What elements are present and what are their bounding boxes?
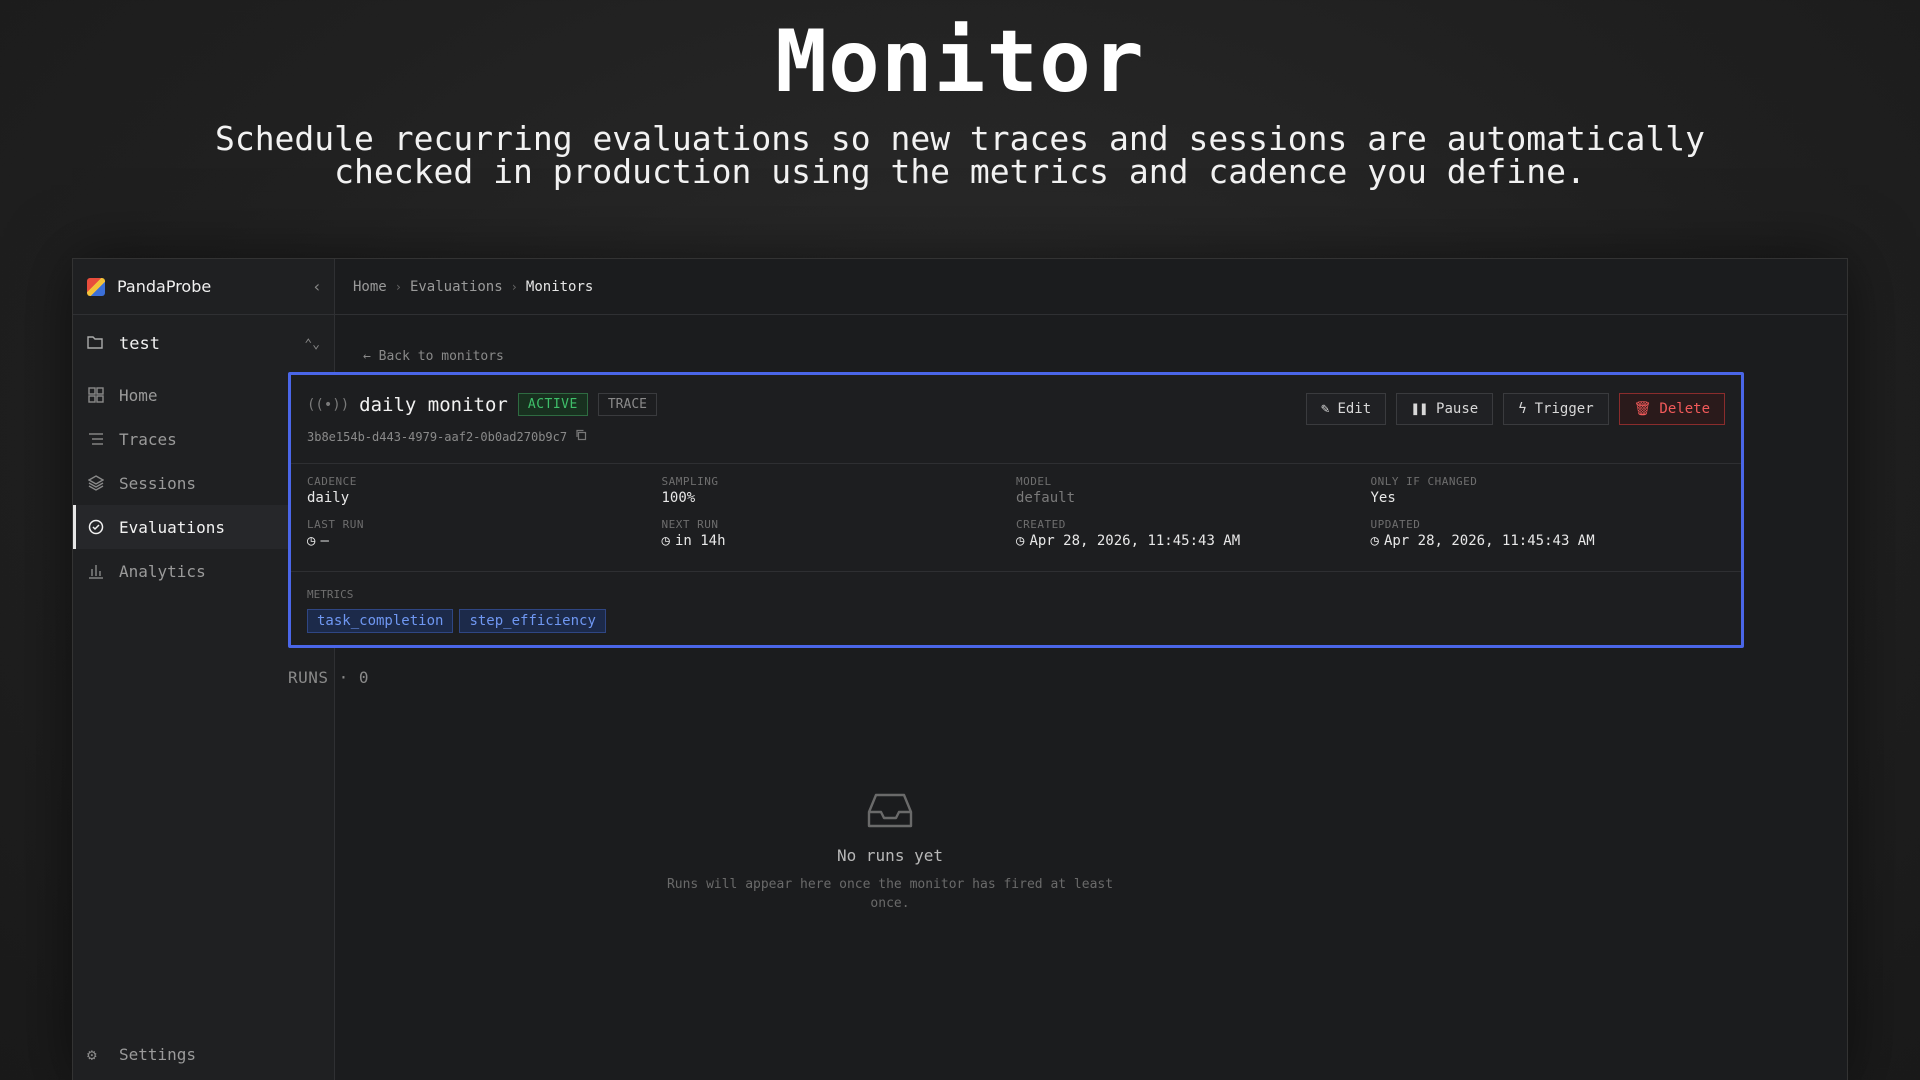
- empty-title: No runs yet: [837, 846, 943, 865]
- only-if-changed-value: Yes: [1370, 490, 1396, 506]
- sidebar-item-label: Settings: [119, 1044, 197, 1064]
- sampling-field: SAMPLING 100%: [662, 475, 1017, 506]
- grid-icon: [87, 386, 105, 404]
- created-value: Apr 28, 2026, 11:45:43 AM: [1029, 533, 1241, 549]
- pause-icon: ❚❚: [1411, 401, 1429, 417]
- hero-subtitle: Schedule recurring evaluations so new tr…: [180, 122, 1740, 188]
- updated-field: UPDATED ◷ Apr 28, 2026, 11:45:43 AM: [1371, 518, 1726, 549]
- updated-value-row: ◷ Apr 28, 2026, 11:45:43 AM: [1371, 533, 1726, 549]
- empty-description: Runs will appear here once the monitor h…: [666, 877, 1114, 911]
- trigger-label: Trigger: [1534, 401, 1594, 417]
- monitor-name: daily monitor: [359, 393, 508, 416]
- metric-chip: step_efficiency: [459, 609, 606, 633]
- sidebar-item-label: Traces: [119, 429, 177, 449]
- breadcrumb-current: Monitors: [525, 278, 594, 295]
- updated-value: Apr 28, 2026, 11:45:43 AM: [1383, 533, 1595, 549]
- project-name: test: [119, 334, 160, 354]
- cadence-value: daily: [307, 490, 350, 506]
- only-if-changed-field: ONLY IF CHANGED Yes: [1371, 475, 1726, 506]
- brand-name: PandaProbe: [117, 277, 212, 296]
- list-icon: [87, 430, 105, 448]
- clock-icon: ◷: [661, 533, 670, 549]
- edit-label: Edit: [1337, 401, 1372, 417]
- back-to-monitors-link[interactable]: ← Back to monitors: [363, 349, 504, 364]
- bar-chart-icon: [87, 562, 105, 580]
- cadence-label: CADENCE: [307, 475, 357, 488]
- model-value: default: [1016, 490, 1076, 506]
- sampling-label: SAMPLING: [661, 475, 719, 488]
- delete-label: Delete: [1659, 401, 1710, 417]
- model-label: MODEL: [1016, 475, 1052, 488]
- monitor-id-row: 3b8e154b-d443-4979-aaf2-0b0ad270b9c7: [307, 429, 587, 444]
- last-run-field: LAST RUN ◷ —: [307, 518, 662, 549]
- chevron-left-icon[interactable]: ‹: [314, 277, 320, 296]
- monitor-card: ((•)) daily monitor ACTIVE TRACE 3b8e154…: [288, 372, 1744, 648]
- divider: [291, 463, 1741, 464]
- edit-button[interactable]: ✎ Edit: [1306, 393, 1387, 425]
- brand-header: PandaProbe ‹: [73, 259, 334, 315]
- trigger-button[interactable]: ϟ Trigger: [1503, 393, 1609, 425]
- status-badge: ACTIVE: [517, 393, 588, 416]
- chevron-right-icon: ›: [510, 279, 518, 294]
- hero-subtitle-line2: checked in production using the metrics …: [334, 152, 1586, 191]
- chevron-updown-icon: ⌃⌄: [304, 336, 320, 352]
- clock-icon: ◷: [1370, 533, 1379, 549]
- lightning-icon: ϟ: [1518, 401, 1527, 417]
- type-badge: TRACE: [597, 393, 657, 416]
- updated-label: UPDATED: [1370, 518, 1421, 531]
- created-field: CREATED ◷ Apr 28, 2026, 11:45:43 AM: [1016, 518, 1371, 549]
- next-run-value-row: ◷ in 14h: [662, 533, 1017, 549]
- only-if-changed-label: ONLY IF CHANGED: [1370, 475, 1478, 488]
- next-run-label: NEXT RUN: [661, 518, 719, 531]
- pause-button[interactable]: ❚❚ Pause: [1396, 393, 1494, 425]
- empty-state: No runs yet Runs will appear here once t…: [660, 792, 1120, 913]
- sidebar-item-label: Evaluations: [119, 517, 225, 537]
- panda-logo-icon: [87, 277, 105, 296]
- monitor-id: 3b8e154b-d443-4979-aaf2-0b0ad270b9c7: [307, 429, 568, 444]
- hero-subtitle-line1: Schedule recurring evaluations so new tr…: [214, 119, 1706, 158]
- sampling-value: 100%: [661, 490, 696, 506]
- next-run-field: NEXT RUN ◷ in 14h: [662, 518, 1017, 549]
- sidebar-item-label: Analytics: [119, 561, 206, 581]
- metrics-label: METRICS: [307, 588, 354, 601]
- trash-icon: 🗑: [1633, 401, 1652, 417]
- sidebar-item-label: Home: [119, 385, 158, 405]
- edit-icon: ✎: [1321, 401, 1330, 417]
- layers-icon: [87, 474, 105, 492]
- runs-header: RUNS · 0: [288, 668, 370, 687]
- divider: [291, 571, 1741, 572]
- created-label: CREATED: [1016, 518, 1066, 531]
- breadcrumb-evaluations[interactable]: Evaluations: [410, 279, 503, 295]
- next-run-value: in 14h: [674, 533, 726, 549]
- created-value-row: ◷ Apr 28, 2026, 11:45:43 AM: [1016, 533, 1371, 549]
- sidebar-item-settings[interactable]: ⚙ Settings: [73, 1032, 334, 1076]
- sidebar-item-label: Sessions: [119, 473, 197, 493]
- check-circle-icon: [87, 518, 105, 536]
- model-field: MODEL default: [1016, 475, 1371, 506]
- broadcast-icon: ((•)): [307, 396, 350, 413]
- last-run-value-row: ◷ —: [307, 533, 662, 549]
- project-switcher[interactable]: test ⌃⌄: [73, 315, 334, 373]
- metric-chip: task_completion: [307, 609, 454, 633]
- breadcrumb-home[interactable]: Home: [353, 279, 387, 295]
- chevron-right-icon: ›: [394, 279, 402, 294]
- monitor-details: CADENCE daily SAMPLING 100% MODEL defaul…: [307, 475, 1725, 549]
- clock-icon: ◷: [307, 533, 316, 549]
- clock-icon: ◷: [1016, 533, 1025, 549]
- monitor-header: ((•)) daily monitor ACTIVE TRACE: [307, 393, 657, 416]
- metrics-list: task_completion step_efficiency: [307, 609, 606, 633]
- delete-button[interactable]: 🗑 Delete: [1618, 393, 1725, 425]
- copy-icon[interactable]: [575, 429, 587, 444]
- gear-icon: ⚙: [87, 1044, 97, 1064]
- cadence-field: CADENCE daily: [307, 475, 662, 506]
- monitor-actions: ✎ Edit ❚❚ Pause ϟ Trigger 🗑 Delete: [1306, 393, 1725, 425]
- last-run-value: —: [320, 533, 329, 549]
- pause-label: Pause: [1436, 401, 1479, 417]
- folder-icon: [87, 335, 109, 353]
- inbox-icon: [660, 792, 1120, 834]
- last-run-label: LAST RUN: [307, 518, 364, 531]
- breadcrumb: Home › Evaluations › Monitors: [335, 259, 1847, 315]
- hero-title: Monitor: [775, 12, 1145, 112]
